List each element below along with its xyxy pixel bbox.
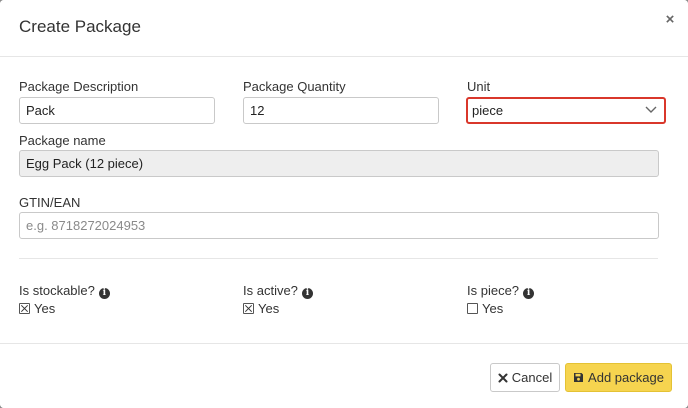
unit-select[interactable]: piece: [466, 97, 666, 124]
times-icon: [498, 373, 508, 383]
is-active-checkbox[interactable]: [243, 303, 254, 314]
is-stockable-checkbox-row[interactable]: Yes: [19, 301, 55, 316]
package-name-field: Egg Pack (12 piece): [19, 150, 659, 177]
create-package-modal: Create Package × Package Description Pac…: [0, 0, 688, 408]
close-icon[interactable]: ×: [661, 11, 679, 29]
is-piece-option: Yes: [482, 301, 504, 316]
cancel-button-label: Cancel: [511, 370, 553, 385]
is-active-label-text: Is active?: [243, 283, 298, 298]
is-active-checkbox-row[interactable]: Yes: [243, 301, 279, 316]
unit-select-value: piece: [472, 103, 504, 118]
is-stockable-label: Is stockable? i: [19, 283, 110, 299]
is-stockable-option: Yes: [34, 301, 56, 316]
info-icon[interactable]: i: [301, 288, 313, 299]
modal-title: Create Package: [19, 17, 141, 36]
package-description-input[interactable]: Pack: [19, 97, 215, 124]
is-piece-checkbox-row[interactable]: Yes: [467, 301, 503, 316]
is-piece-label: Is piece? i: [467, 283, 535, 299]
package-name-label: Package name: [19, 133, 106, 148]
package-quantity-label: Package Quantity: [243, 79, 346, 94]
package-quantity-input[interactable]: 12: [243, 97, 439, 124]
add-package-button[interactable]: Add package: [565, 363, 672, 392]
info-icon[interactable]: i: [523, 288, 535, 299]
gtin-label: GTIN/EAN: [19, 195, 81, 210]
is-active-option: Yes: [258, 301, 280, 316]
modal-footer: Cancel Add package: [0, 343, 688, 408]
add-package-button-label: Add package: [588, 370, 664, 385]
is-stockable-checkbox[interactable]: [19, 303, 30, 314]
form-divider: [19, 258, 658, 259]
gtin-input[interactable]: e.g. 8718272024953: [19, 212, 659, 239]
info-icon[interactable]: i: [98, 288, 110, 299]
is-piece-label-text: Is piece?: [467, 283, 520, 298]
unit-label: Unit: [467, 79, 491, 94]
is-piece-checkbox[interactable]: [467, 303, 478, 314]
package-description-label: Package Description: [19, 79, 139, 94]
is-active-label: Is active? i: [243, 283, 313, 299]
is-stockable-label-text: Is stockable?: [19, 283, 95, 298]
cancel-button[interactable]: Cancel: [490, 363, 560, 392]
floppy-disk-icon: [573, 372, 584, 383]
modal-header: Create Package ×: [0, 0, 688, 57]
chevron-down-icon: [645, 106, 657, 113]
